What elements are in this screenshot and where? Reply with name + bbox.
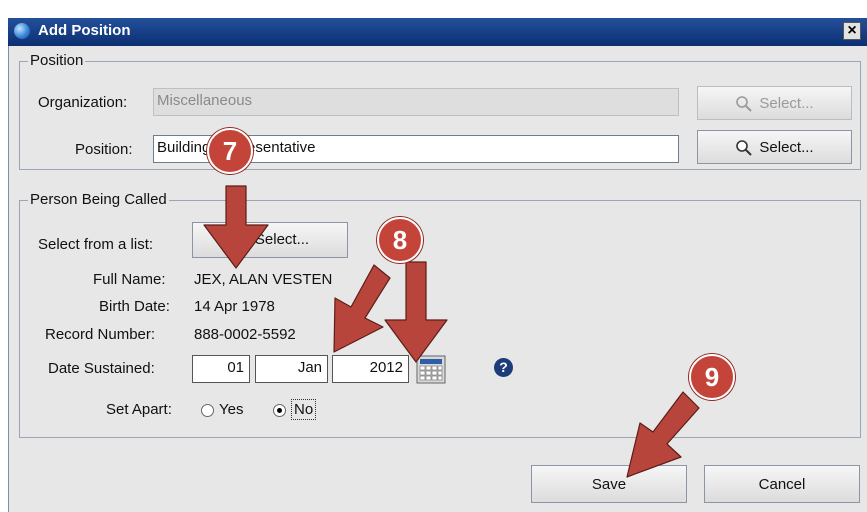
position-group-legend: Position xyxy=(28,52,86,69)
dialog-title: Add Position xyxy=(38,22,131,39)
set-apart-yes-label[interactable]: Yes xyxy=(219,401,243,418)
background-strip xyxy=(0,0,867,18)
set-apart-yes-radio[interactable] xyxy=(201,404,214,417)
calendar-icon[interactable] xyxy=(416,355,446,384)
organization-select-button: Select... xyxy=(697,86,852,120)
position-select-button[interactable]: Select... xyxy=(697,130,852,164)
full-name-label: Full Name: xyxy=(93,271,166,288)
position-select-label: Select... xyxy=(759,139,814,156)
magnifier-icon xyxy=(232,232,248,248)
birth-date-value: 14 Apr 1978 xyxy=(194,298,275,315)
close-icon[interactable]: × xyxy=(843,22,861,40)
cancel-button[interactable]: Cancel xyxy=(704,465,860,503)
step-9-badge: 9 xyxy=(689,354,735,400)
person-select-button[interactable]: Select... xyxy=(192,222,348,258)
help-icon[interactable]: ? xyxy=(494,358,513,377)
person-group-legend: Person Being Called xyxy=(28,191,169,208)
step-7-badge: 7 xyxy=(207,128,253,174)
organization-field: Miscellaneous xyxy=(153,88,679,116)
set-apart-no-label[interactable]: No xyxy=(291,399,317,420)
title-bar xyxy=(8,18,867,46)
record-number-value: 888-0002-5592 xyxy=(194,326,296,343)
date-day-field[interactable]: 01 xyxy=(192,355,250,383)
person-select-label: Select... xyxy=(254,231,310,248)
organization-select-label: Select... xyxy=(759,95,814,112)
step-8-badge: 8 xyxy=(377,217,423,263)
date-month-field[interactable]: Jan xyxy=(255,355,328,383)
globe-icon xyxy=(14,23,30,39)
save-button[interactable]: Save xyxy=(531,465,687,503)
date-year-field[interactable]: 2012 xyxy=(332,355,409,383)
full-name-value: JEX, ALAN VESTEN xyxy=(194,271,333,288)
select-from-list-label: Select from a list: xyxy=(38,236,154,253)
set-apart-no-radio[interactable] xyxy=(273,404,286,417)
date-sustained-label: Date Sustained: xyxy=(48,360,155,377)
magnifier-icon xyxy=(736,140,753,156)
record-number-label: Record Number: xyxy=(45,326,156,343)
set-apart-label: Set Apart: xyxy=(106,401,172,418)
organization-label: Organization: xyxy=(38,94,128,111)
birth-date-label: Birth Date: xyxy=(99,298,170,315)
magnifier-icon xyxy=(736,96,753,112)
position-label: Position: xyxy=(75,141,133,158)
